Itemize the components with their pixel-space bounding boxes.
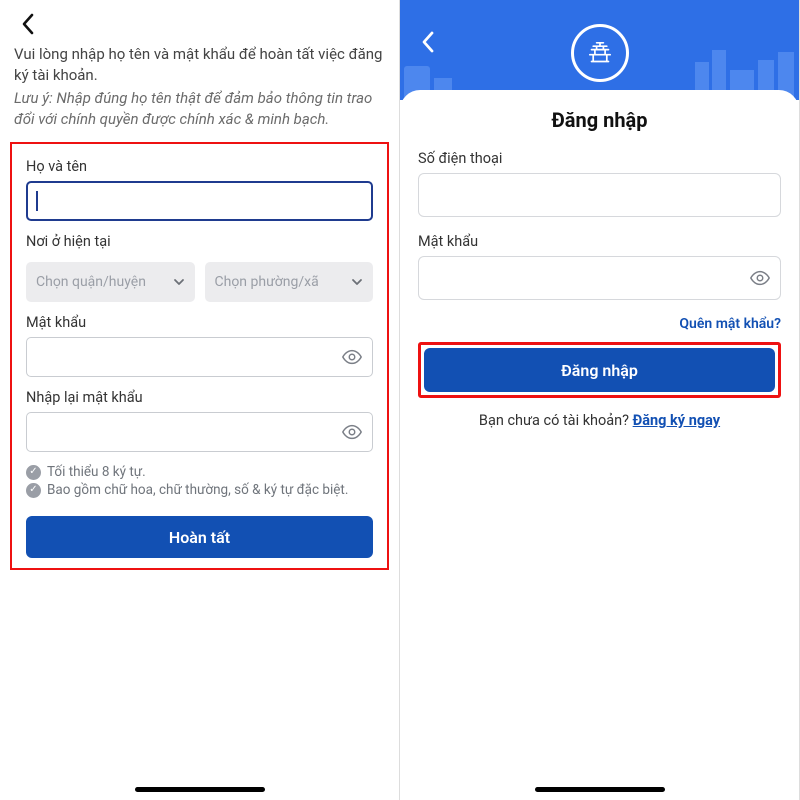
chevron-left-icon [421, 31, 435, 53]
password2-label: Nhập lại mật khẩu [26, 389, 373, 406]
submit-button[interactable]: Hoàn tất [26, 516, 373, 558]
phone-label: Số điện thoại [418, 150, 781, 167]
login-button-highlight: Đăng nhập [418, 342, 781, 398]
phone-input-wrap[interactable] [418, 173, 781, 217]
eye-icon [341, 346, 363, 368]
signup-form-highlighted: Họ và tên Nơi ở hiện tại Chọn quận/huyện… [10, 142, 389, 570]
back-button[interactable] [14, 10, 42, 38]
eye-icon [341, 421, 363, 443]
rule-text: Tối thiểu 8 ký tự. [47, 464, 146, 480]
phone-input[interactable] [419, 174, 780, 216]
eye-icon [749, 267, 771, 289]
ward-select[interactable]: Chọn phường/xã [205, 262, 374, 302]
name-input-wrap[interactable] [26, 181, 373, 221]
back-button[interactable] [414, 28, 442, 56]
chevron-down-icon [173, 276, 185, 288]
intro-main: Vui lòng nhập họ tên và mật khẩu để hoàn… [14, 44, 385, 86]
login-panel: Đăng nhập Số điện thoại Mật khẩu Quên mậ… [400, 0, 800, 800]
toggle-password2-visibility[interactable] [332, 413, 372, 451]
signup-prompt: Bạn chưa có tài khoản? [479, 412, 633, 429]
toggle-login-password-visibility[interactable] [740, 257, 780, 299]
rule-text: Bao gồm chữ hoa, chữ thường, số & ký tự … [47, 482, 348, 498]
temple-icon [583, 36, 617, 70]
signup-link[interactable]: Đăng ký ngay [633, 412, 720, 429]
password2-input-wrap[interactable] [26, 412, 373, 452]
district-placeholder: Chọn quận/huyện [36, 274, 146, 290]
forgot-password-link[interactable]: Quên mật khẩu? [418, 316, 781, 332]
login-password-input-wrap[interactable] [418, 256, 781, 300]
name-label: Họ và tên [26, 158, 373, 175]
password-input-wrap[interactable] [26, 337, 373, 377]
home-indicator [135, 787, 265, 792]
login-button[interactable]: Đăng nhập [424, 348, 775, 392]
home-indicator [535, 787, 665, 792]
login-label: Đăng nhập [561, 361, 638, 380]
password-rules: ✓ Tối thiểu 8 ký tự. ✓ Bao gồm chữ hoa, … [16, 458, 383, 506]
signup-panel: Vui lòng nhập họ tên và mật khẩu để hoàn… [0, 0, 400, 800]
password-label: Mật khẩu [26, 314, 373, 331]
password-input[interactable] [27, 338, 332, 376]
intro-note: Lưu ý: Nhập đúng họ tên thật để đảm bảo … [14, 88, 385, 130]
login-password-input[interactable] [419, 257, 740, 299]
signup-row: Bạn chưa có tài khoản? Đăng ký ngay [418, 412, 781, 429]
check-icon: ✓ [26, 483, 41, 498]
check-icon: ✓ [26, 465, 41, 480]
login-card: Đăng nhập Số điện thoại Mật khẩu Quên mậ… [400, 90, 799, 800]
name-input[interactable] [28, 183, 371, 219]
login-password-label: Mật khẩu [418, 233, 781, 250]
chevron-left-icon [21, 13, 35, 35]
location-label: Nơi ở hiện tại [26, 233, 373, 250]
submit-label: Hoàn tất [169, 528, 230, 547]
password2-input[interactable] [27, 413, 332, 451]
hero-banner [400, 0, 799, 100]
district-select[interactable]: Chọn quận/huyện [26, 262, 195, 302]
toggle-password-visibility[interactable] [332, 338, 372, 376]
login-title: Đăng nhập [418, 108, 781, 132]
chevron-down-icon [351, 276, 363, 288]
app-logo [571, 24, 629, 82]
ward-placeholder: Chọn phường/xã [215, 274, 319, 290]
intro-text: Vui lòng nhập họ tên và mật khẩu để hoàn… [0, 38, 399, 142]
text-cursor [36, 191, 38, 211]
